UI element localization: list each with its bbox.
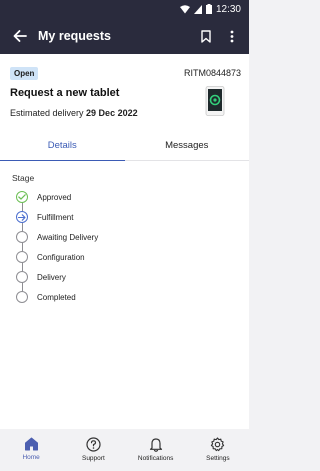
request-title: Request a new tablet (10, 87, 120, 99)
nav-notifications[interactable]: Notifications (125, 429, 187, 471)
tab-messages[interactable]: Messages (125, 134, 250, 160)
empty-circle-icon (16, 291, 28, 303)
empty-circle-icon (16, 271, 28, 283)
bell-icon (149, 438, 162, 452)
help-icon (86, 437, 101, 452)
status-bar: 12:30 (0, 0, 249, 18)
status-badge: Open (10, 67, 39, 80)
wifi-icon (179, 4, 190, 14)
stage-heading: Stage (12, 173, 35, 183)
estimated-delivery: Estimated delivery 29 Dec 2022 (10, 108, 138, 118)
more-options-button[interactable] (219, 18, 245, 54)
stage-item-fulfillment: Fulfillment (16, 207, 216, 234)
status-time: 12:30 (215, 3, 241, 15)
tab-details[interactable]: Details (0, 134, 125, 161)
empty-circle-icon (16, 251, 28, 263)
nav-home[interactable]: Home (0, 429, 62, 471)
tab-bar: Details Messages (0, 134, 249, 161)
battery-icon (205, 4, 212, 14)
nav-settings[interactable]: Settings (187, 429, 249, 471)
empty-circle-icon (16, 231, 28, 243)
stage-label: Awaiting Delivery (37, 232, 99, 242)
arrow-right-circle-icon (16, 211, 28, 223)
bookmark-button[interactable] (193, 18, 219, 54)
arrow-left-icon (13, 30, 27, 42)
page-title: My requests (38, 29, 111, 43)
ticket-number: RITM0844873 (183, 68, 241, 78)
back-button[interactable] (6, 18, 34, 54)
stage-label: Configuration (37, 252, 85, 262)
stage-label: Approved (37, 192, 72, 202)
nav-label: Settings (206, 455, 230, 462)
stage-item-delivery: Delivery (16, 267, 216, 294)
delivery-label: Estimated delivery (10, 108, 84, 118)
nav-label: Home (22, 454, 40, 461)
nav-label: Support (81, 455, 105, 462)
home-icon (24, 437, 38, 451)
stage-item-approved: Approved (16, 187, 216, 214)
tablet-image (205, 86, 225, 116)
signal-icon (193, 4, 202, 14)
check-circle-icon (16, 191, 28, 203)
stage-item-awaiting-delivery: Awaiting Delivery (16, 227, 216, 254)
bottom-navigation: Home Support Notifications Settings (0, 429, 249, 471)
nav-label: Notifications (137, 455, 174, 462)
stage-label: Completed (37, 292, 76, 302)
stage-item-completed: Completed (16, 287, 216, 307)
stage-label: Fulfillment (37, 212, 74, 222)
gear-icon (211, 437, 225, 452)
bookmark-icon (201, 29, 211, 43)
nav-support[interactable]: Support (62, 429, 124, 471)
app-bar: My requests (0, 18, 249, 54)
request-card: Open RITM0844873 Request a new tablet Es… (0, 54, 249, 429)
more-vertical-icon (230, 30, 234, 42)
stage-item-configuration: Configuration (16, 247, 216, 274)
stage-label: Delivery (37, 272, 66, 282)
phone-screen: 12:30 My requests Open RITM0844873 Reque… (0, 0, 249, 471)
stage-list: Approved Fulfillment Awaiting Delivery C… (16, 187, 216, 307)
delivery-date: 29 Dec 2022 (86, 108, 138, 118)
